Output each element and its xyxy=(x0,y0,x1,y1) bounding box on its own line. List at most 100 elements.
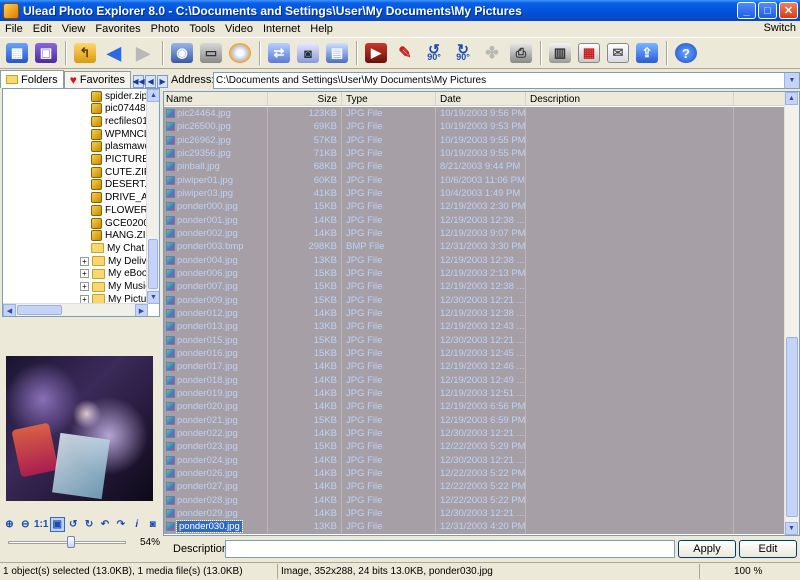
file-row[interactable]: pic26962.jpg 57KB JPG File 10/19/2003 9:55 … xyxy=(164,133,786,147)
file-row[interactable]: ponder006.jpg 15KB JPG File 12/19/2003 2:13… xyxy=(164,266,786,281)
file-row[interactable]: ponder015.jpg 15KB JPG File 12/30/2003 12:2… xyxy=(164,333,786,347)
scanner-button[interactable]: ▭ xyxy=(197,40,225,66)
tree-item[interactable]: FLOWERS xyxy=(91,204,154,216)
tree-item[interactable]: plasmawc xyxy=(91,141,149,153)
file-row[interactable]: pinball.jpg 68KB JPG File 8/21/2003 9:44 PM xyxy=(164,160,786,174)
column-name[interactable]: Name xyxy=(164,92,268,106)
zoom-slider-thumb[interactable] xyxy=(67,536,75,548)
maximize-button[interactable]: □ xyxy=(758,2,777,19)
file-row[interactable]: ponder023.jpg 15KB JPG File 12/22/2003 5:29… xyxy=(164,440,786,454)
batch-convert-button[interactable]: ⇄ xyxy=(265,40,293,66)
tree-scrollbar-horizontal[interactable]: ◀ ▶ xyxy=(3,303,148,316)
file-row[interactable]: ponder026.jpg 14KB JPG File 12/22/2003 5:22… xyxy=(164,466,786,481)
tree-item[interactable]: + My eBook xyxy=(80,268,152,280)
minimize-button[interactable]: _ xyxy=(737,2,756,19)
actual-size-button[interactable]: 1:1 xyxy=(34,517,49,532)
file-row[interactable]: ponder030.jpg 13KB JPG File 12/31/2003 4:20… xyxy=(164,520,786,534)
expand-icon[interactable]: + xyxy=(80,269,89,279)
file-row[interactable]: piwiper01.jpg 60KB JPG File 10/6/2003 11:06… xyxy=(164,173,786,187)
file-list[interactable]: Name Size Type Date Description pic24464… xyxy=(163,91,800,536)
tree-hscroll-thumb[interactable] xyxy=(17,305,62,315)
up-folder-button[interactable]: ↰ xyxy=(71,40,99,66)
zoom-slider[interactable] xyxy=(8,536,126,548)
file-row[interactable]: ponder009.jpg 15KB JPG File 12/30/2003 12:2… xyxy=(164,293,786,307)
tree-item[interactable]: pic07448. xyxy=(91,103,148,115)
tree-item[interactable]: CUTE.ZIP xyxy=(91,166,151,178)
file-row[interactable]: ponder029.jpg 14KB JPG File 12/30/2003 12:2… xyxy=(164,506,786,521)
column-description[interactable]: Description xyxy=(526,92,734,106)
menu-tools[interactable]: Tools xyxy=(184,23,220,35)
camera-button[interactable]: ◉ xyxy=(168,40,196,66)
tree-scrollbar-vertical[interactable]: ▲ ▼ xyxy=(146,89,159,304)
disc-button[interactable] xyxy=(226,40,254,66)
column-type[interactable]: Type xyxy=(342,92,436,106)
file-row[interactable]: pic26500.jpg 69KB JPG File 10/19/2003 9:53 … xyxy=(164,120,786,134)
file-row[interactable]: ponder001.jpg 14KB JPG File 12/19/2003 12:3… xyxy=(164,213,786,227)
back-button[interactable]: ◀ xyxy=(100,40,128,66)
file-row[interactable]: pic29356.jpg 71KB JPG File 10/19/2003 9:55 … xyxy=(164,146,786,161)
tree-item[interactable]: DRIVE_A. xyxy=(91,192,151,204)
file-row[interactable]: ponder004.jpg 13KB JPG File 12/19/2003 12:3… xyxy=(164,253,786,267)
print-preview-button[interactable]: ▥ xyxy=(546,40,574,66)
rotate-left-button[interactable]: ↺ 90° xyxy=(420,40,448,66)
tree-item[interactable]: HANG.ZIF xyxy=(91,230,152,242)
file-row[interactable]: ponder020.jpg 14KB JPG File 12/19/2003 6:56… xyxy=(164,400,786,414)
help-button[interactable]: ? xyxy=(672,40,700,66)
folder-tree[interactable]: spider.zip pic07448. recfiles01 WPMNCLI plas… xyxy=(2,88,160,317)
scroll-right-icon[interactable]: ▶ xyxy=(135,304,148,316)
browse-button[interactable]: ▦ xyxy=(3,40,31,66)
file-row[interactable]: pic24464.jpg 123KB JPG File 10/19/2003 9:56… xyxy=(164,107,786,121)
menu-photo[interactable]: Photo xyxy=(146,23,185,35)
tab-folders[interactable]: Folders xyxy=(0,70,64,88)
forward-button[interactable]: ▶ xyxy=(129,40,157,66)
file-row[interactable]: ponder003.bmp 298KB BMP File 12/31/2003 3:3… xyxy=(164,240,786,254)
menu-edit[interactable]: Edit xyxy=(28,23,57,35)
address-input[interactable]: C:\Documents and Settings\User\My Docume… xyxy=(213,72,800,89)
edit-button[interactable]: Edit xyxy=(739,540,797,558)
file-row[interactable]: ponder012.jpg 14KB JPG File 12/19/2003 12:3… xyxy=(164,306,786,321)
camera-small-icon[interactable]: ◙ xyxy=(145,517,160,532)
file-row[interactable]: ponder000.jpg 15KB JPG File 12/19/2003 2:30… xyxy=(164,200,786,214)
new-window-button[interactable]: ▣ xyxy=(32,40,60,66)
auto-adjust-button[interactable]: ✤ xyxy=(478,40,506,66)
red-eye-button[interactable]: ✎ xyxy=(391,40,419,66)
expand-icon[interactable]: + xyxy=(80,282,89,291)
file-row[interactable]: piwiper03.jpg 41KB JPG File 10/4/2003 1:49 … xyxy=(164,186,786,201)
scroll-left-icon[interactable]: ◀ xyxy=(3,304,16,316)
rotate-right-button[interactable]: ↻ 90° xyxy=(449,40,477,66)
info-icon[interactable]: i xyxy=(129,517,144,532)
share-button[interactable]: ⇪ xyxy=(633,40,661,66)
column-size[interactable]: Size xyxy=(268,92,342,106)
menu-file[interactable]: File xyxy=(0,23,28,35)
tree-item[interactable]: spider.zip xyxy=(91,90,147,102)
switch-menu[interactable]: Switch xyxy=(764,22,796,34)
tree-scroll-thumb[interactable] xyxy=(148,239,158,289)
menu-view[interactable]: View xyxy=(57,23,91,35)
flip-right-icon[interactable]: ↷ xyxy=(113,517,128,532)
fit-window-icon[interactable]: ▣ xyxy=(49,516,65,532)
close-button[interactable]: ✕ xyxy=(779,2,798,19)
file-row[interactable]: ponder017.jpg 14KB JPG File 12/19/2003 12:4… xyxy=(164,360,786,374)
flip-icon[interactable]: ↶ xyxy=(97,517,112,532)
scroll-down-icon[interactable]: ▼ xyxy=(147,291,159,304)
tree-item[interactable]: recfiles01 xyxy=(91,115,148,127)
column-date[interactable]: Date xyxy=(436,92,526,106)
file-row[interactable]: ponder027.jpg 14KB JPG File 12/22/2003 5:22… xyxy=(164,480,786,494)
zoom-out-icon[interactable]: ⊖ xyxy=(18,517,33,532)
double-left-icon[interactable]: ◀◀ xyxy=(132,75,145,88)
rotate-right-icon[interactable]: ↻ xyxy=(82,517,97,532)
apply-button[interactable]: Apply xyxy=(678,540,736,558)
file-row[interactable]: ponder024.jpg 14KB JPG File 12/30/2003 12:2… xyxy=(164,453,786,467)
scroll-up-icon[interactable]: ▲ xyxy=(147,89,159,102)
tree-item[interactable]: WPMNCLI xyxy=(91,128,152,140)
tab-favorites[interactable]: ♥ Favorites xyxy=(63,71,132,88)
thumbnail-view-button[interactable]: ▤ xyxy=(323,40,351,66)
rotate-left-icon[interactable]: ↺ xyxy=(66,517,81,532)
description-input[interactable] xyxy=(225,540,675,558)
file-row[interactable]: ponder021.jpg 15KB JPG File 12/19/2003 6:59… xyxy=(164,413,786,427)
slideshow-button[interactable]: ▶ xyxy=(362,40,390,66)
file-row[interactable]: ponder018.jpg 14KB JPG File 12/19/2003 12:4… xyxy=(164,373,786,387)
tree-item[interactable]: + My Music xyxy=(80,281,150,293)
file-row[interactable]: ponder028.jpg 14KB JPG File 12/22/2003 5:22… xyxy=(164,493,786,507)
tree-item[interactable]: My Chat l xyxy=(91,242,149,254)
